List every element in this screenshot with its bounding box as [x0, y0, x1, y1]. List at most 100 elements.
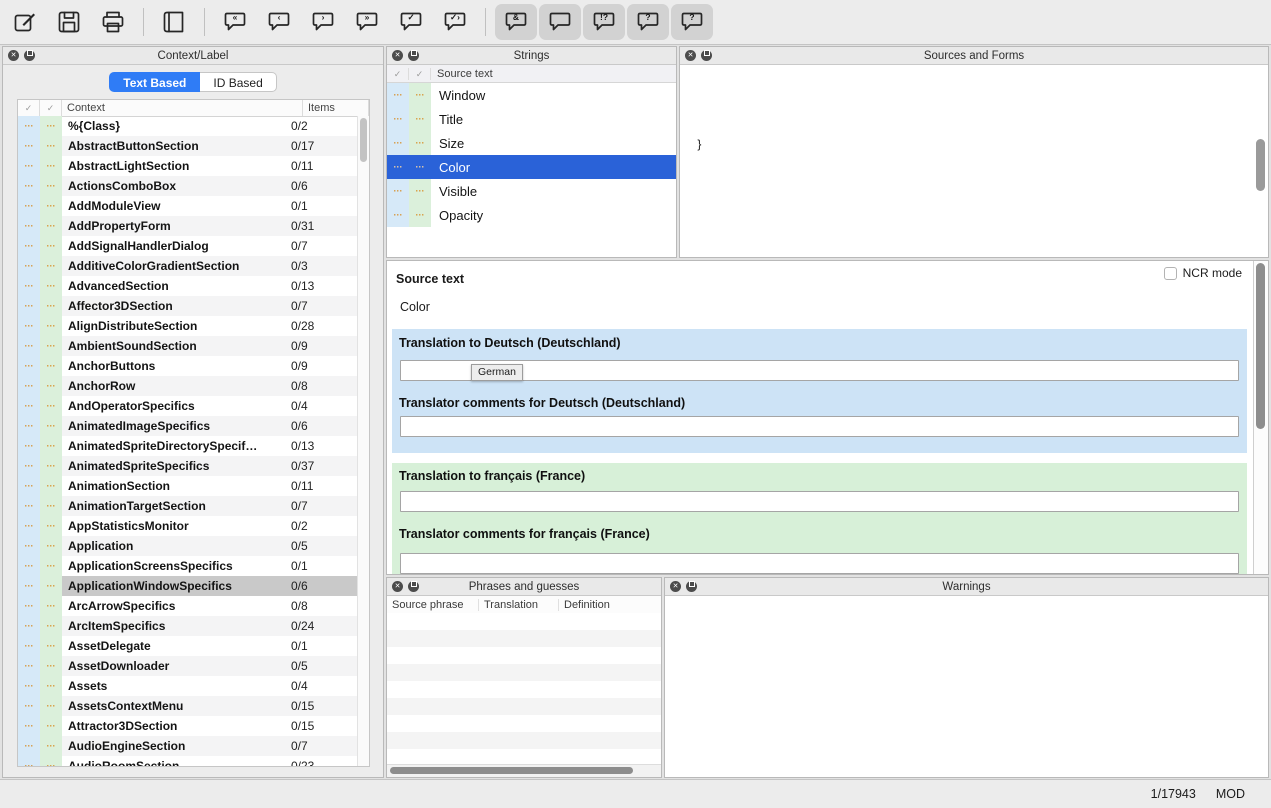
- context-row[interactable]: ··· ··· AnimatedSpriteDirectorySpecif… 0…: [18, 436, 357, 456]
- context-row[interactable]: ··· ··· AudioEngineSection 0/7: [18, 736, 357, 756]
- context-row[interactable]: ··· ··· AnchorRow 0/8: [18, 376, 357, 396]
- toolbar-icon: [503, 9, 529, 35]
- de-comment-input[interactable]: [400, 416, 1239, 437]
- context-row[interactable]: ··· ··· AssetDelegate 0/1: [18, 636, 357, 656]
- status-accepted-icon: ···: [40, 616, 62, 636]
- context-row[interactable]: ··· ··· AssetDownloader 0/5: [18, 656, 357, 676]
- tab-id-based[interactable]: ID Based: [200, 72, 276, 92]
- context-row[interactable]: ··· ··· ActionsComboBox 0/6: [18, 176, 357, 196]
- scrollbar-thumb[interactable]: [1256, 263, 1265, 429]
- context-row[interactable]: ··· ··· ApplicationScreensSpecifics 0/1: [18, 556, 357, 576]
- scrollbar-thumb[interactable]: [1256, 139, 1265, 191]
- place-markers-toggle-icon[interactable]: ?: [671, 4, 713, 40]
- context-row[interactable]: ··· ··· ApplicationWindowSpecifics 0/6: [18, 576, 357, 596]
- save-icon[interactable]: [48, 4, 90, 40]
- context-row[interactable]: ··· ··· AlignDistributeSection 0/28: [18, 316, 357, 336]
- close-icon[interactable]: ✕: [392, 50, 403, 61]
- done-next-icon[interactable]: ✓›: [434, 4, 476, 40]
- context-row[interactable]: ··· ··· AudioRoomSection 0/23: [18, 756, 357, 766]
- vertical-scrollbar[interactable]: [1253, 261, 1268, 574]
- context-row[interactable]: ··· ··· AbstractLightSection 0/11: [18, 156, 357, 176]
- tab-text-based[interactable]: Text Based: [109, 72, 200, 92]
- vertical-scrollbar[interactable]: [357, 116, 369, 766]
- float-icon[interactable]: [24, 50, 35, 61]
- ncr-checkbox[interactable]: [1164, 267, 1177, 280]
- close-icon[interactable]: ✕: [670, 581, 681, 592]
- column-header-source-phrase[interactable]: Source phrase: [387, 599, 479, 611]
- context-row[interactable]: ··· ··· Affector3DSection 0/7: [18, 296, 357, 316]
- context-row[interactable]: ··· ··· AddPropertyForm 0/31: [18, 216, 357, 236]
- phrases-table-header: Source phrase Translation Definition: [387, 596, 661, 614]
- context-row[interactable]: ··· ··· AdditiveColorGradientSection 0/3: [18, 256, 357, 276]
- context-row[interactable]: ··· ··· Attractor3DSection 0/15: [18, 716, 357, 736]
- toolbar-icon: [222, 9, 248, 35]
- context-row[interactable]: ··· ··· Assets 0/4: [18, 676, 357, 696]
- column-header-source-text[interactable]: Source text: [431, 68, 493, 80]
- fr-comment-input[interactable]: [400, 553, 1239, 574]
- float-icon[interactable]: [408, 581, 419, 592]
- fr-translation-input[interactable]: [400, 491, 1239, 512]
- next-icon[interactable]: ›: [302, 4, 344, 40]
- phrases-list: [387, 613, 661, 765]
- prev-icon[interactable]: ‹: [258, 4, 300, 40]
- string-row[interactable]: ··· ··· Size: [387, 131, 676, 155]
- context-row[interactable]: ··· ··· ArcArrowSpecifics 0/8: [18, 596, 357, 616]
- column-header-definition[interactable]: Definition: [559, 599, 661, 611]
- context-row[interactable]: ··· ··· Application 0/5: [18, 536, 357, 556]
- string-row[interactable]: ··· ··· Title: [387, 107, 676, 131]
- context-row[interactable]: ··· ··· AbstractButtonSection 0/17: [18, 136, 357, 156]
- strings-panel: ✕ Strings ✓ ✓ Source text ··· ··· Window…: [386, 46, 677, 258]
- context-row[interactable]: ··· ··· AmbientSoundSection 0/9: [18, 336, 357, 356]
- status-translated-icon: ···: [18, 236, 40, 256]
- column-header-accepted[interactable]: ✓: [40, 100, 62, 116]
- string-row[interactable]: ··· ··· Visible: [387, 179, 676, 203]
- column-header-accepted[interactable]: ✓: [409, 68, 431, 80]
- context-row[interactable]: ··· ··· AnimatedSpriteSpecifics 0/37: [18, 456, 357, 476]
- context-row[interactable]: ··· ··· AppStatisticsMonitor 0/2: [18, 516, 357, 536]
- close-icon[interactable]: ✕: [392, 581, 403, 592]
- status-translated-icon: ···: [18, 556, 40, 576]
- close-icon[interactable]: ✕: [685, 50, 696, 61]
- context-row[interactable]: ··· ··· AnchorButtons 0/9: [18, 356, 357, 376]
- prev-unfinished-icon[interactable]: «: [214, 4, 256, 40]
- column-header-translated[interactable]: ✓: [18, 100, 40, 116]
- column-header-items[interactable]: Items: [303, 100, 369, 116]
- context-row[interactable]: ··· ··· AnimationTargetSection 0/7: [18, 496, 357, 516]
- close-icon[interactable]: ✕: [8, 50, 19, 61]
- context-row[interactable]: ··· ··· %{Class} 0/2: [18, 116, 357, 136]
- status-accepted-icon: ···: [40, 216, 62, 236]
- column-header-context[interactable]: Context: [62, 100, 303, 116]
- context-row[interactable]: ··· ··· AddModuleView 0/1: [18, 196, 357, 216]
- column-header-translated[interactable]: ✓: [387, 68, 409, 80]
- phrasebook-icon[interactable]: [153, 4, 195, 40]
- context-items-count: 0/9: [286, 339, 357, 353]
- float-icon[interactable]: [408, 50, 419, 61]
- string-row[interactable]: ··· ··· Window: [387, 83, 676, 107]
- column-header-translation[interactable]: Translation: [479, 599, 559, 611]
- punctuation-toggle-icon[interactable]: !?: [583, 4, 625, 40]
- float-icon[interactable]: [701, 50, 712, 61]
- context-row[interactable]: ··· ··· AdvancedSection 0/13: [18, 276, 357, 296]
- context-row[interactable]: ··· ··· AddSignalHandlerDialog 0/7: [18, 236, 357, 256]
- scrollbar-thumb[interactable]: [360, 118, 367, 162]
- scrollbar-thumb[interactable]: [390, 767, 633, 774]
- float-icon[interactable]: [686, 581, 697, 592]
- open-icon[interactable]: [4, 4, 46, 40]
- done-icon[interactable]: ✓: [390, 4, 432, 40]
- whitespace-toggle-icon[interactable]: [539, 4, 581, 40]
- string-row[interactable]: ··· ··· Color: [387, 155, 676, 179]
- context-row[interactable]: ··· ··· ArcItemSpecifics 0/24: [18, 616, 357, 636]
- phrase-match-toggle-icon[interactable]: ?: [627, 4, 669, 40]
- context-row[interactable]: ··· ··· AnimationSection 0/11: [18, 476, 357, 496]
- context-row[interactable]: ··· ··· AnimatedImageSpecifics 0/6: [18, 416, 357, 436]
- horizontal-scrollbar[interactable]: [387, 764, 661, 777]
- context-row[interactable]: ··· ··· AndOperatorSpecifics 0/4: [18, 396, 357, 416]
- string-row[interactable]: ··· ··· Opacity: [387, 203, 676, 227]
- next-unfinished-icon[interactable]: »: [346, 4, 388, 40]
- context-name: Attractor3DSection: [62, 719, 286, 733]
- de-translation-input[interactable]: [400, 360, 1239, 381]
- print-icon[interactable]: [92, 4, 134, 40]
- context-row[interactable]: ··· ··· AssetsContextMenu 0/15: [18, 696, 357, 716]
- context-name: AssetDelegate: [62, 639, 286, 653]
- accelerators-toggle-icon[interactable]: &: [495, 4, 537, 40]
